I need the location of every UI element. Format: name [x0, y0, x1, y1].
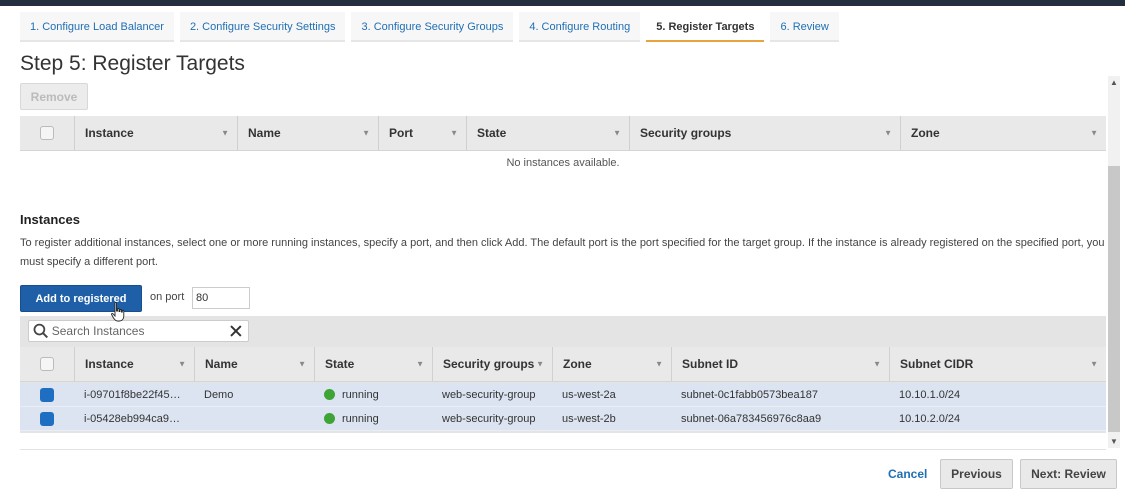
column-subnet-id[interactable]: Subnet ID ▼: [671, 347, 889, 381]
column-subnet-cidr-label: Subnet CIDR: [900, 357, 974, 371]
search-instances-input[interactable]: [51, 321, 230, 341]
tab-register-targets[interactable]: 5. Register Targets: [646, 12, 765, 42]
column-zone[interactable]: Zone ▼: [552, 347, 671, 381]
port-input[interactable]: [192, 287, 250, 309]
table-row[interactable]: i-09701f8be22f45… Demo running web-secur…: [20, 383, 1106, 407]
row-checkbox[interactable]: [40, 411, 54, 426]
search-instances-box[interactable]: [28, 320, 249, 342]
tab-configure-load-balancer[interactable]: 1. Configure Load Balancer: [20, 12, 174, 42]
instance-name-cell: Demo: [204, 388, 234, 401]
previous-button[interactable]: Previous: [940, 459, 1013, 489]
subnet-id-cell: subnet-0c1fabb0573bea187: [681, 388, 819, 401]
column-instance-label: Instance: [85, 126, 134, 140]
registered-targets-header: Instance ▼ Name ▼ Port ▼ State ▼ Securit…: [20, 116, 1106, 151]
scroll-down-arrow-icon[interactable]: ▼: [1110, 437, 1118, 446]
subnet-cidr-cell: 10.10.1.0/24: [899, 388, 961, 401]
column-state[interactable]: State ▼: [466, 116, 629, 150]
next-review-button[interactable]: Next: Review: [1020, 459, 1117, 489]
column-name[interactable]: Name ▼: [194, 347, 314, 381]
instance-id-cell: i-05428eb994ca9…: [84, 412, 181, 425]
empty-registered-message: No instances available.: [506, 157, 620, 169]
column-state[interactable]: State ▼: [314, 347, 432, 381]
sort-caret-icon: ▼: [1090, 128, 1098, 138]
tab-configure-security-groups[interactable]: 3. Configure Security Groups: [351, 12, 514, 42]
security-groups-cell: web-security-group: [442, 388, 536, 401]
zone-cell: us-west-2a: [562, 388, 616, 401]
sort-caret-icon: ▼: [1090, 359, 1098, 369]
footer-divider: [20, 449, 1106, 450]
sort-caret-icon: ▼: [362, 128, 370, 138]
select-all-registered-cell: [20, 116, 74, 150]
column-instance-label: Instance: [85, 357, 134, 371]
column-security-groups-label: Security groups: [443, 357, 535, 371]
remove-button[interactable]: Remove: [20, 83, 88, 110]
tab-configure-security-settings[interactable]: 2. Configure Security Settings: [179, 12, 346, 42]
column-security-groups[interactable]: Security groups ▼: [432, 347, 552, 381]
security-groups-cell: web-security-group: [442, 412, 536, 425]
sort-caret-icon: ▼: [416, 359, 424, 369]
instance-state-label: running: [342, 388, 379, 401]
column-state-label: State: [477, 126, 507, 140]
clear-search-icon[interactable]: [229, 324, 243, 338]
column-zone[interactable]: Zone ▼: [900, 116, 1106, 150]
select-all-instances-cell: [20, 347, 74, 381]
select-all-registered-checkbox[interactable]: [40, 126, 54, 140]
search-icon: [33, 323, 48, 339]
column-name[interactable]: Name ▼: [237, 116, 378, 150]
column-instance[interactable]: Instance ▼: [74, 347, 194, 381]
instances-description: To register additional instances, select…: [20, 237, 1105, 268]
top-bar: [0, 0, 1125, 6]
instance-state-cell: running: [314, 389, 432, 401]
scrollbar-thumb[interactable]: [1108, 166, 1120, 432]
column-security-groups-label: Security groups: [640, 126, 732, 140]
tab-configure-routing[interactable]: 4. Configure Routing: [519, 12, 641, 42]
column-subnet-id-label: Subnet ID: [682, 357, 738, 371]
subnet-cidr-cell: 10.10.2.0/24: [899, 412, 961, 425]
hand-cursor-icon: [111, 302, 125, 322]
column-port-label: Port: [389, 126, 413, 140]
column-port[interactable]: Port ▼: [378, 116, 466, 150]
scroll-up-arrow-icon[interactable]: ▲: [1110, 78, 1118, 87]
instance-id-cell: i-09701f8be22f45…: [84, 388, 181, 401]
instance-state-cell: running: [314, 413, 432, 425]
sort-caret-icon: ▼: [873, 359, 881, 369]
sort-caret-icon: ▼: [221, 128, 229, 138]
sort-caret-icon: ▼: [884, 128, 892, 138]
sort-caret-icon: ▼: [298, 359, 306, 369]
instances-table-header: Instance ▼ Name ▼ State ▼ Security group…: [20, 347, 1106, 382]
table-row[interactable]: i-05428eb994ca9… running web-security-gr…: [20, 407, 1106, 431]
wizard-tabs: 1. Configure Load Balancer 2. Configure …: [20, 12, 839, 42]
running-status-icon: [324, 389, 335, 401]
tab-review[interactable]: 6. Review: [770, 12, 839, 42]
row-checkbox-cell: [20, 411, 74, 426]
column-security-groups[interactable]: Security groups ▼: [629, 116, 900, 150]
column-state-label: State: [325, 357, 355, 371]
column-zone-label: Zone: [911, 126, 940, 140]
instance-state-label: running: [342, 412, 379, 425]
cancel-link[interactable]: Cancel: [888, 467, 927, 481]
sort-caret-icon: ▼: [536, 359, 544, 369]
subnet-id-cell: subnet-06a783456976c8aa9: [681, 412, 822, 425]
column-zone-label: Zone: [563, 357, 592, 371]
sort-caret-icon: ▼: [655, 359, 663, 369]
page-title: Step 5: Register Targets: [20, 52, 245, 75]
running-status-icon: [324, 413, 335, 425]
column-name-label: Name: [248, 126, 281, 140]
column-name-label: Name: [205, 357, 238, 371]
column-subnet-cidr[interactable]: Subnet CIDR ▼: [889, 347, 1106, 381]
port-label: on port: [150, 291, 185, 303]
column-instance[interactable]: Instance ▼: [74, 116, 237, 150]
row-checkbox[interactable]: [40, 387, 54, 402]
sort-caret-icon: ▼: [613, 128, 621, 138]
zone-cell: us-west-2b: [562, 412, 616, 425]
sort-caret-icon: ▼: [178, 359, 186, 369]
select-all-instances-checkbox[interactable]: [40, 357, 54, 371]
sort-caret-icon: ▼: [450, 128, 458, 138]
instances-section-title: Instances: [20, 212, 80, 227]
row-checkbox-cell: [20, 387, 74, 402]
